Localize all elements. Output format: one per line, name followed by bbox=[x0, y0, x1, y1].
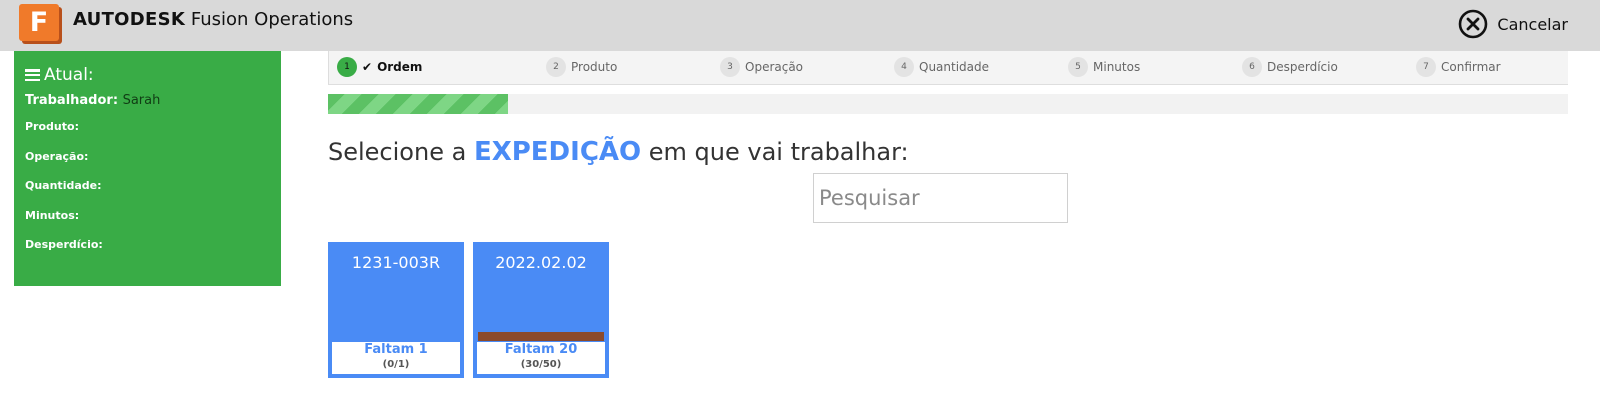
count-label: (30/50) bbox=[520, 359, 562, 370]
check-icon: ✔ bbox=[362, 60, 373, 74]
panel-title[interactable]: Atual: bbox=[25, 65, 270, 85]
progress-bar bbox=[328, 94, 1568, 114]
expedition-card[interactable]: 2022.02.02 Faltam 20 (30/50) bbox=[473, 242, 609, 378]
panel-title-label: Atual: bbox=[44, 65, 94, 85]
card-footer: Faltam 1 (0/1) bbox=[332, 342, 460, 374]
product-name: Fusion Operations bbox=[190, 9, 354, 30]
step-number: 4 bbox=[894, 57, 914, 77]
page-title: Selecione a EXPEDIÇÃO em que vai trabalh… bbox=[328, 137, 909, 167]
remaining-label: Faltam 20 bbox=[504, 342, 578, 357]
worker-value: Sarah bbox=[122, 93, 161, 108]
step-number: 7 bbox=[1416, 57, 1436, 77]
fusion-logo: F bbox=[19, 4, 62, 44]
step-label: Minutos bbox=[1093, 60, 1141, 74]
worker-label: Trabalhador: bbox=[25, 93, 119, 108]
progress-fill bbox=[328, 94, 508, 114]
step-number: 6 bbox=[1242, 57, 1262, 77]
cancel-label: Cancelar bbox=[1497, 14, 1568, 34]
title-prefix: Selecione a bbox=[328, 138, 467, 166]
step-product[interactable]: 2 Produto bbox=[546, 57, 617, 77]
quantity-field: Quantidade: bbox=[25, 179, 102, 192]
app-title: AUTODESK Fusion Operations bbox=[73, 9, 353, 30]
operation-field: Operação: bbox=[25, 149, 89, 163]
step-number: 1 bbox=[337, 57, 357, 77]
app-header: F AUTODESK Fusion Operations Cancelar bbox=[0, 0, 1600, 51]
expedition-card[interactable]: 1231-003R Faltam 1 (0/1) bbox=[328, 242, 464, 378]
search-input[interactable] bbox=[813, 173, 1068, 223]
card-progress-bar bbox=[478, 332, 604, 341]
wizard-steps: 1 ✔ Ordem 2 Produto 3 Operação 4 Quantid… bbox=[328, 51, 1568, 85]
step-operation[interactable]: 3 Operação bbox=[720, 57, 803, 77]
card-title: 2022.02.02 bbox=[495, 253, 587, 272]
product-field: Produto: bbox=[25, 120, 79, 133]
step-label: Desperdício bbox=[1267, 60, 1338, 74]
title-emphasis: EXPEDIÇÃO bbox=[473, 137, 642, 167]
step-quantity[interactable]: 4 Quantidade bbox=[894, 57, 989, 77]
step-label: Operação bbox=[745, 60, 804, 74]
remaining-label: Faltam 1 bbox=[364, 342, 428, 357]
brand-name: AUTODESK bbox=[73, 9, 186, 30]
waste-field: Desperdício: bbox=[25, 238, 103, 251]
cancel-button[interactable]: Cancelar bbox=[1458, 8, 1568, 40]
step-order[interactable]: 1 ✔ Ordem bbox=[337, 57, 422, 77]
menu-icon bbox=[25, 69, 40, 81]
card-title: 1231-003R bbox=[351, 253, 441, 272]
worker-row: Trabalhador: Sarah bbox=[25, 93, 270, 108]
step-minutes[interactable]: 5 Minutos bbox=[1068, 57, 1140, 77]
step-label: Produto bbox=[571, 60, 618, 74]
count-label: (0/1) bbox=[382, 359, 410, 370]
step-number: 5 bbox=[1068, 57, 1088, 77]
current-info-panel: Atual: Trabalhador: Sarah Produto: Opera… bbox=[14, 51, 281, 286]
step-waste[interactable]: 6 Desperdício bbox=[1242, 57, 1338, 77]
step-confirm[interactable]: 7 Confirmar bbox=[1416, 57, 1501, 77]
step-label: Ordem bbox=[377, 60, 423, 74]
step-number: 2 bbox=[546, 57, 566, 77]
minutes-field: Minutos: bbox=[25, 208, 80, 222]
step-label: Confirmar bbox=[1441, 60, 1501, 74]
card-footer: Faltam 20 (30/50) bbox=[477, 342, 605, 374]
close-circle-icon bbox=[1459, 9, 1488, 39]
title-suffix: em que vai trabalhar: bbox=[648, 138, 909, 166]
step-number: 3 bbox=[720, 57, 740, 77]
step-label: Quantidade bbox=[919, 60, 990, 74]
